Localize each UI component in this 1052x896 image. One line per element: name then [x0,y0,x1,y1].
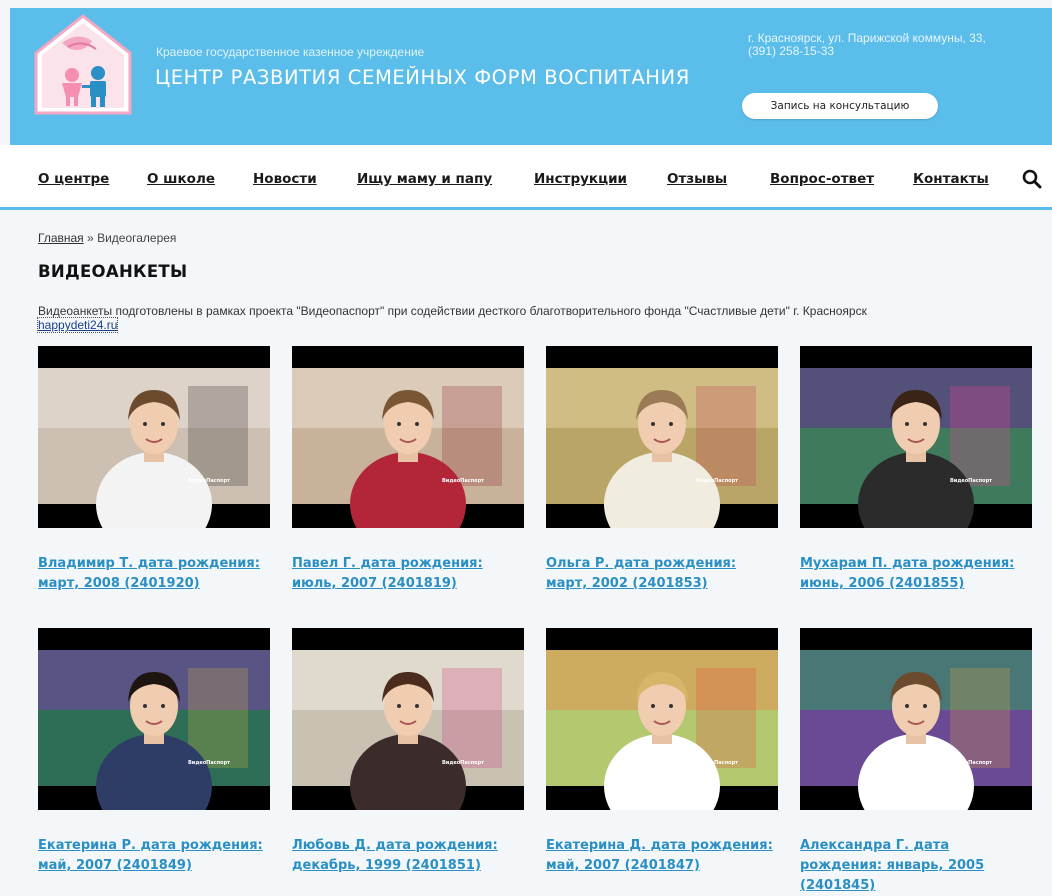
intro-paragraph: Видеоанкеты подготовлены в рамках проект… [36,304,1043,333]
videopassport-watermark: ВидеоПаспорт [696,478,738,484]
nav-item-faq[interactable]: Вопрос-ответ [770,171,874,187]
video-card: ВидеоПаспорт Павел Г. дата рождения: июль… [292,346,524,594]
video-card: ВидеоПаспорт Владимир Т. дата рождения: м… [38,346,270,594]
video-thumbnail[interactable]: ВидеоПаспорт [292,628,524,810]
video-title-link[interactable]: Любовь Д. дата рождения: декабрь, 1999 (… [292,836,524,876]
intro-text: Видеоанкеты подготовлены в рамках проект… [38,304,867,318]
nav-item-reviews[interactable]: Отзывы [667,171,727,187]
videopassport-watermark: ВидеоПаспорт [188,478,230,484]
video-frame: ВидеоПаспорт [38,346,270,528]
page-title: ВИДЕОАНКЕТЫ [38,262,188,281]
family-house-logo[interactable] [32,13,134,116]
video-title-link[interactable]: Владимир Т. дата рождения: март, 2008 (2… [38,554,270,594]
video-frame: ВидеоПаспорт [800,628,1032,810]
video-card: ВидеоПаспорт Александра Г. дата рождения:… [800,628,1032,896]
video-card: ВидеоПаспорт Екатерина Р. дата рождения: … [38,628,270,876]
video-title-link[interactable]: Павел Г. дата рождения: июль, 2007 (2401… [292,554,524,594]
video-title-link[interactable]: Ольга Р. дата рождения: март, 2002 (2401… [546,554,778,594]
video-thumbnail[interactable]: ВидеоПаспорт [546,628,778,810]
video-thumbnail[interactable]: ВидеоПаспорт [800,346,1032,528]
videopassport-watermark: ВидеоПаспорт [950,478,992,484]
nav-item-news[interactable]: Новости [253,171,317,187]
org-subtitle: Краевое государственное казенное учрежде… [156,45,425,59]
video-title-link[interactable]: Мухарам П. дата рождения: июнь, 2006 (24… [800,554,1032,594]
video-thumbnail[interactable]: ВидеоПаспорт [38,346,270,528]
video-title-link[interactable]: Александра Г. дата рождения: январь, 200… [800,836,1032,896]
videopassport-watermark: ВидеоПаспорт [950,760,992,766]
video-thumbnail[interactable]: ВидеоПаспорт [292,346,524,528]
video-card: ВидеоПаспорт Любовь Д. дата рождения: дек… [292,628,524,876]
video-frame: ВидеоПаспорт [546,346,778,528]
video-frame: ВидеоПаспорт [800,346,1032,528]
video-card: ВидеоПаспорт Мухарам П. дата рождения: ию… [800,346,1032,594]
breadcrumb-current: Видеогалерея [97,231,177,245]
nav-item-contacts[interactable]: Контакты [913,171,989,187]
video-thumbnail[interactable]: ВидеоПаспорт [800,628,1032,810]
contact-info: г. Красноярск, ул. Парижской коммуны, 33… [748,32,1048,58]
videopassport-watermark: ВидеоПаспорт [188,760,230,766]
video-frame: ВидеоПаспорт [292,346,524,528]
video-card: ВидеоПаспорт Ольга Р. дата рождения: март… [546,346,778,594]
search-icon[interactable] [1022,169,1042,189]
breadcrumb: Главная » Видеогалерея [38,231,176,245]
site-header: Краевое государственное казенное учрежде… [10,8,1052,145]
org-title[interactable]: ЦЕНТР РАЗВИТИЯ СЕМЕЙНЫХ ФОРМ ВОСПИТАНИЯ [155,66,690,89]
phone-text: (391) 258-15-33 [748,44,835,58]
video-frame: ВидеоПаспорт [546,628,778,810]
nav-item-school[interactable]: О школе [147,171,215,187]
video-title-link[interactable]: Екатерина Д. дата рождения: май, 2007 (2… [546,836,778,876]
intro-link[interactable]: happydeti24.ru [36,317,119,333]
videopassport-watermark: ВидеоПаспорт [442,760,484,766]
video-title-link[interactable]: Екатерина Р. дата рождения: май, 2007 (2… [38,836,270,876]
video-card: ВидеоПаспорт Екатерина Д. дата рождения: … [546,628,778,876]
video-frame: ВидеоПаспорт [292,628,524,810]
videopassport-watermark: ВидеоПаспорт [696,760,738,766]
nav-item-looking[interactable]: Ищу маму и папу [357,171,492,187]
video-thumbnail[interactable]: ВидеоПаспорт [38,628,270,810]
breadcrumb-home[interactable]: Главная [38,231,84,245]
main-nav: О центре О школе Новости Ищу маму и папу… [0,145,1052,210]
video-frame: ВидеоПаспорт [38,628,270,810]
videopassport-watermark: ВидеоПаспорт [442,478,484,484]
nav-item-instructions[interactable]: Инструкции [534,171,627,187]
video-thumbnail[interactable]: ВидеоПаспорт [546,346,778,528]
consultation-button[interactable]: Запись на консультацию [742,93,938,119]
breadcrumb-separator: » [87,231,94,245]
nav-item-about[interactable]: О центре [38,171,109,187]
